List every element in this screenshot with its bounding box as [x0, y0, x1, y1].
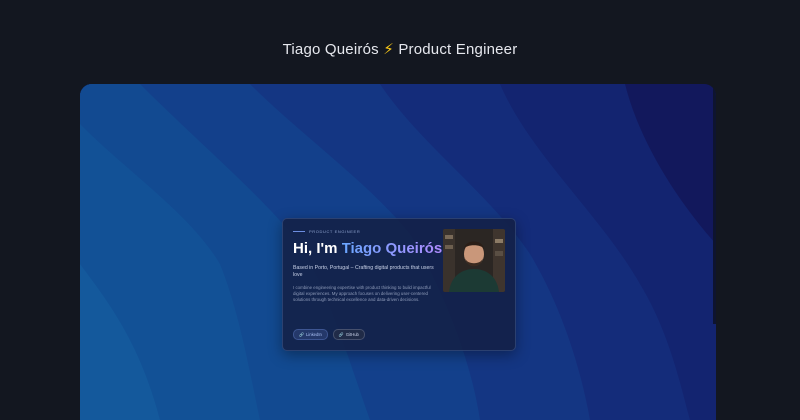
hero-name: Tiago Queirós: [341, 240, 443, 257]
linkedin-button[interactable]: 🔗 LinkedIn: [293, 329, 328, 340]
title-name: Tiago Queirós: [282, 41, 379, 58]
lightning-bolt-icon: ⚡: [383, 41, 394, 58]
eyebrow: Product Engineer: [293, 229, 360, 234]
intro-card: Product Engineer Hi, I'm Tiago Queirós B…: [282, 218, 516, 351]
website-preview: Product Engineer Hi, I'm Tiago Queirós B…: [80, 84, 716, 420]
github-label: GitHub: [345, 332, 359, 337]
linkedin-label: LinkedIn: [305, 332, 322, 337]
profile-photo: [443, 229, 505, 292]
github-button[interactable]: 🔗 GitHub: [332, 329, 365, 340]
profile-photo-image: [443, 229, 505, 292]
page-title: Tiago Queirós ⚡ Product Engineer: [0, 40, 800, 58]
hero-heading: Hi, I'm Tiago Queirós: [293, 240, 442, 257]
eyebrow-line: [293, 231, 305, 232]
hero-greeting: Hi, I'm: [293, 240, 338, 257]
hero-tagline: Based in Porto, Portugal – Crafting digi…: [293, 265, 434, 278]
eyebrow-label: Product Engineer: [309, 229, 361, 234]
title-role: Product Engineer: [398, 41, 518, 58]
hero-bio: I combine engineering expertise with pro…: [293, 285, 431, 303]
social-links: 🔗 LinkedIn 🔗 GitHub: [293, 329, 365, 340]
link-icon: 🔗: [299, 332, 304, 337]
link-icon: 🔗: [338, 332, 344, 337]
